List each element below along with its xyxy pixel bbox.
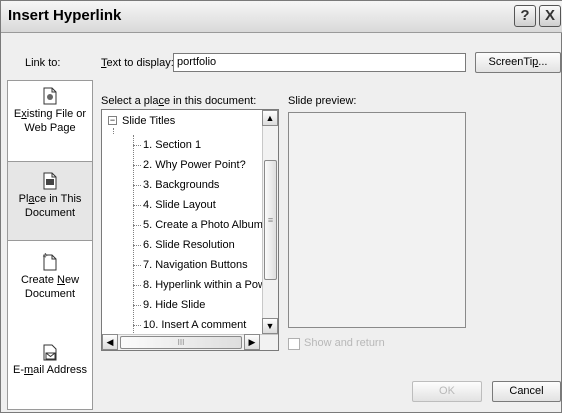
tree-item[interactable]: 8. Hyperlink within a Power: [133, 275, 276, 295]
close-button[interactable]: X: [539, 5, 561, 27]
tree-item[interactable]: 6. Slide Resolution: [133, 235, 235, 255]
tree-item[interactable]: 2. Why Power Point?: [133, 155, 246, 175]
tree-item[interactable]: 10. Insert A comment: [133, 315, 246, 335]
link-to-place-in-document[interactable]: Place in This Document: [8, 161, 92, 241]
tree-vertical-scrollbar[interactable]: ▲ ≡ ▼: [262, 110, 278, 334]
ok-button[interactable]: OK: [412, 381, 482, 402]
scroll-right-button[interactable]: ▶: [244, 334, 260, 350]
window-title: Insert Hyperlink: [8, 7, 122, 24]
select-place-label: Select a place in this document:: [101, 95, 257, 107]
tree-item[interactable]: 1. Section 1: [133, 135, 201, 155]
tree-root-slide-titles[interactable]: Slide Titles: [122, 111, 175, 131]
tree-item[interactable]: 7. Navigation Buttons: [133, 255, 248, 275]
tree-item[interactable]: 5. Create a Photo Album: [133, 215, 263, 235]
tree-item[interactable]: 4. Slide Layout: [133, 195, 216, 215]
scroll-left-button[interactable]: ◀: [102, 334, 118, 350]
text-to-display-input[interactable]: portfolio: [173, 53, 466, 72]
help-button[interactable]: ?: [514, 5, 536, 27]
scroll-down-button[interactable]: ▼: [262, 318, 278, 334]
link-to-existing-file-label: Existing File or Web Page: [13, 108, 87, 134]
email-icon: [43, 344, 57, 361]
link-to-create-new-document[interactable]: Create New Document: [8, 253, 92, 301]
text-to-display-label: Text to display:: [101, 57, 174, 69]
show-and-return-label: Show and return: [304, 337, 385, 349]
tree-horizontal-scrollbar[interactable]: ◀ III ▶: [102, 334, 278, 350]
tree-item[interactable]: 9. Hide Slide: [133, 295, 205, 315]
scroll-up-button[interactable]: ▲: [262, 110, 278, 126]
existing-file-icon: [43, 87, 57, 105]
link-to-create-new-label: Create New Document: [20, 274, 80, 300]
link-to-place-label: Place in This Document: [18, 193, 82, 219]
link-to-panel: Existing File or Web Page Place in This Do…: [7, 80, 93, 410]
link-to-label: Link to:: [25, 57, 61, 69]
show-and-return-checkbox[interactable]: [288, 338, 300, 350]
vertical-scroll-thumb[interactable]: ≡: [264, 160, 277, 280]
screentip-button[interactable]: ScreenTip...: [475, 52, 561, 73]
place-tree[interactable]: − Slide Titles 1. Section 1 2. Why Power…: [101, 109, 279, 351]
cancel-button[interactable]: Cancel: [492, 381, 561, 402]
slide-preview-label: Slide preview:: [288, 95, 357, 107]
new-document-icon: [42, 253, 57, 271]
place-in-document-icon: [43, 172, 57, 190]
collapse-toggle[interactable]: −: [108, 116, 117, 125]
horizontal-scroll-thumb[interactable]: III: [120, 336, 242, 349]
title-bar: Insert Hyperlink ? X: [1, 1, 562, 33]
link-to-email-address[interactable]: E-mail Address: [8, 343, 92, 377]
slide-preview: [288, 112, 466, 328]
link-to-existing-file[interactable]: Existing File or Web Page: [8, 87, 92, 135]
insert-hyperlink-dialog: Insert Hyperlink ? X Link to: Text to di…: [0, 0, 562, 413]
tree-item[interactable]: 3. Backgrounds: [133, 175, 219, 195]
link-to-email-label: E-mail Address: [13, 364, 87, 376]
tree-connector: [113, 128, 114, 134]
